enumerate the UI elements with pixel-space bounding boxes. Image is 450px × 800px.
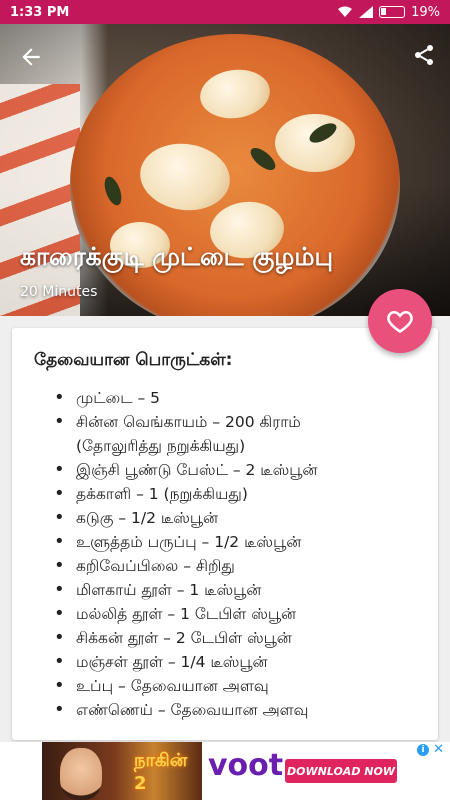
ad-actress-image — [60, 748, 102, 800]
ad-controls: i ✕ — [417, 743, 444, 756]
heart-outline-icon — [387, 310, 413, 334]
arrow-left-icon — [22, 48, 40, 66]
favorite-button[interactable] — [368, 289, 432, 353]
wifi-icon — [338, 6, 353, 17]
status-bar: 1:33 PM 19% — [0, 0, 450, 24]
recipe-duration: 20 Minutes — [20, 284, 98, 300]
list-item: உளுத்தம் பருப்பு – 1/2 டீஸ்பூன் — [34, 530, 416, 554]
ad-show-name: நாகின் 2 — [134, 750, 188, 794]
ad-banner[interactable]: நாகின் 2 voot DOWNLOAD NOW i ✕ — [0, 742, 450, 800]
back-button[interactable] — [18, 44, 48, 74]
list-item: தக்காளி – 1 (நறுக்கியது) — [34, 482, 416, 506]
recipe-title: காரைக்குடி முட்டை குழம்பு — [20, 242, 334, 271]
status-indicators: 19% — [337, 5, 440, 20]
list-item: மஞ்சள் தூள் – 1/4 டீஸ்பூன் — [34, 650, 416, 674]
list-item: இஞ்சி பூண்டு பேஸ்ட் – 2 டீஸ்பூன் — [34, 458, 416, 482]
curry-leaf — [101, 174, 125, 208]
signal-icon — [359, 6, 374, 18]
voot-logo: voot — [208, 748, 284, 783]
ingredients-list: முட்டை – 5 சின்ன வெங்காயம் – 200 கிராம் … — [34, 386, 416, 722]
share-button[interactable] — [412, 42, 438, 72]
list-item: உப்பு – தேவையான அளவு — [34, 674, 416, 698]
list-item: மல்லித் தூள் – 1 டேபிள் ஸ்பூன் — [34, 602, 416, 626]
list-item-continuation: (தோலுரித்து நறுக்கியது) — [76, 437, 246, 455]
curry-leaf — [247, 143, 279, 175]
recipe-hero-image: காரைக்குடி முட்டை குழம்பு 20 Minutes — [0, 24, 450, 316]
battery-level: 19% — [411, 4, 440, 20]
ingredients-heading: தேவையான பொருட்கள்: — [34, 350, 233, 370]
ad-close-icon[interactable]: ✕ — [433, 743, 444, 756]
share-icon — [415, 45, 433, 65]
list-item: சின்ன வெங்காயம் – 200 கிராம் — [34, 410, 416, 434]
ad-info-icon[interactable]: i — [417, 744, 430, 756]
download-now-button[interactable]: DOWNLOAD NOW — [285, 759, 397, 783]
list-item: முட்டை – 5 — [34, 386, 416, 410]
status-time: 1:33 PM — [10, 4, 70, 20]
list-item: மிளகாய் தூள் – 1 டீஸ்பூன் — [34, 578, 416, 602]
list-item: எண்ணெய் – தேவையான அளவு — [34, 698, 416, 722]
egg-piece — [135, 138, 235, 216]
ingredients-card: தேவையான பொருட்கள்: முட்டை – 5 சின்ன வெங்… — [12, 328, 438, 740]
list-item: சிக்கன் தூள் – 2 டேபிள் ஸ்பூன் — [34, 626, 416, 650]
egg-piece — [197, 65, 273, 123]
battery-icon — [379, 6, 406, 18]
ad-image: நாகின் 2 — [42, 742, 202, 800]
list-item: கடுகு – 1/2 டீஸ்பூன் — [34, 506, 416, 530]
cloth-decoration — [0, 84, 80, 316]
list-item: கறிவேப்பிலை – சிறிது — [34, 554, 416, 578]
